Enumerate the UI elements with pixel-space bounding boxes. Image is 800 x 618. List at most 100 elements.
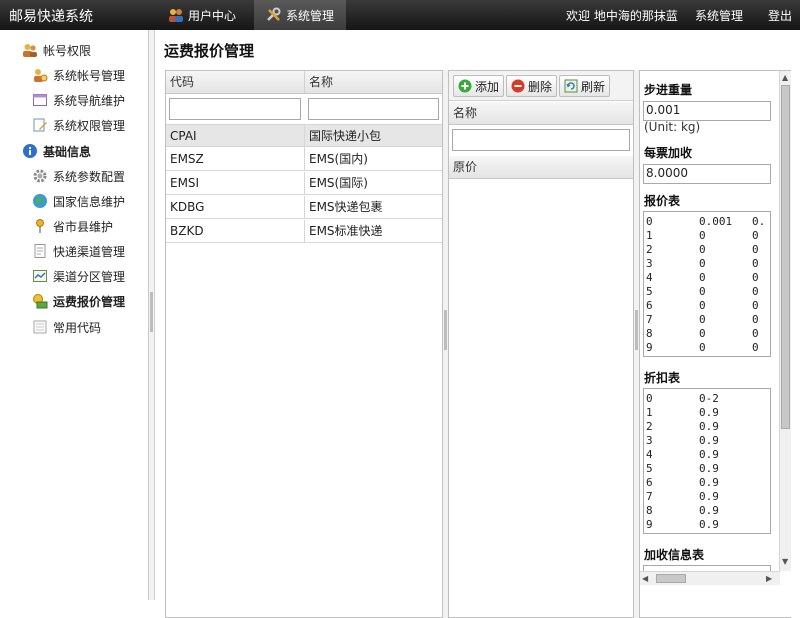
edit-icon bbox=[32, 117, 48, 133]
cell-name: 国际快递小包 bbox=[309, 129, 382, 143]
discount-table-line: 1 0.9 bbox=[646, 406, 719, 419]
quote-table-textarea[interactable]: 0 0.001 0. 1 0 0 2 0 0 3 0 0 4 0 0 5 0 0… bbox=[643, 211, 771, 357]
globe-icon bbox=[32, 193, 48, 209]
zone-name-filter-input[interactable] bbox=[452, 129, 630, 151]
unit-text: (Unit: kg) bbox=[644, 120, 701, 134]
minus-icon bbox=[511, 79, 525, 93]
splitter-grip[interactable] bbox=[444, 310, 447, 350]
sidebar-splitter[interactable] bbox=[149, 30, 155, 600]
cell-code: CPAI bbox=[166, 125, 305, 148]
filter-code-input[interactable] bbox=[169, 98, 301, 120]
sidebar-group-basic-info[interactable]: 基础信息 bbox=[22, 140, 91, 162]
quote-form-panel: 步进重量 0.001 (Unit: kg) 每票加收 8.0000 报价表 0 … bbox=[639, 70, 791, 618]
discount-table-line: 6 0.9 bbox=[646, 476, 719, 489]
sidebar-item-navigation[interactable]: 系统导航维护 bbox=[32, 89, 125, 111]
sidebar-item-country-info[interactable]: 国家信息维护 bbox=[32, 190, 125, 212]
per-ticket-surcharge-input[interactable]: 8.0000 bbox=[643, 164, 771, 184]
table-row[interactable]: EMSZ EMS(国内) bbox=[166, 148, 442, 171]
main-content: 运费报价管理 代码 名称 CPAI 国际快递小包 EMSZ EMS(国内) EM… bbox=[156, 30, 800, 618]
splitter-grip[interactable] bbox=[635, 310, 638, 350]
splitter-grip[interactable] bbox=[150, 292, 153, 332]
app-title: 邮易快递系统 bbox=[9, 9, 93, 25]
users-icon bbox=[22, 42, 38, 58]
scroll-down-arrow[interactable]: ▼ bbox=[782, 557, 788, 567]
tab-label: 用户中心 bbox=[188, 8, 237, 23]
zone-panel: 添加 删除 刷新 名称 原价 bbox=[448, 70, 634, 618]
scrollbar-thumb[interactable] bbox=[656, 574, 686, 583]
step-weight-input[interactable]: 0.001 bbox=[643, 101, 771, 121]
plus-icon bbox=[458, 79, 472, 93]
zone-name-header[interactable]: 名称 bbox=[449, 102, 633, 125]
tab-user-center[interactable]: 用户中心 bbox=[156, 0, 248, 30]
sidebar-item-province-city[interactable]: 省市县维护 bbox=[32, 215, 113, 237]
sidebar-item-channel-zones[interactable]: 渠道分区管理 bbox=[32, 265, 125, 287]
quote-table-line: 1 0 0 bbox=[646, 229, 759, 242]
user-icon bbox=[32, 67, 48, 83]
scrollbar-thumb[interactable] bbox=[781, 85, 790, 429]
system-management-link[interactable]: 系统管理 bbox=[695, 0, 743, 30]
step-weight-label: 步进重量 bbox=[644, 83, 693, 97]
users-icon bbox=[168, 7, 184, 23]
scroll-right-arrow[interactable]: ▶ bbox=[766, 574, 772, 584]
refresh-button[interactable]: 刷新 bbox=[559, 75, 611, 97]
cell-name: EMS标准快递 bbox=[309, 224, 383, 238]
per-ticket-surcharge-label: 每票加收 bbox=[644, 146, 693, 160]
channel-grid-header: 代码 名称 bbox=[166, 71, 442, 94]
sidebar-group-account-permissions[interactable]: 帐号权限 bbox=[22, 39, 91, 61]
surcharge-info-table-label: 加收信息表 bbox=[644, 548, 705, 562]
tools-icon bbox=[266, 7, 282, 23]
logout-link[interactable]: 登出 bbox=[768, 0, 792, 30]
page-title: 运费报价管理 bbox=[164, 42, 255, 60]
cell-code: EMSI bbox=[166, 172, 305, 195]
delete-button[interactable]: 删除 bbox=[506, 75, 558, 97]
pin-icon bbox=[32, 218, 48, 234]
discount-table-line: 9 0.9 bbox=[646, 518, 719, 531]
quote-table-line: 6 0 0 bbox=[646, 299, 759, 312]
welcome-text: 欢迎 地中海的那抹蓝 bbox=[566, 8, 678, 23]
sidebar-item-system-params[interactable]: 系统参数配置 bbox=[32, 165, 125, 187]
table-row[interactable]: EMSI EMS(国际) bbox=[166, 172, 442, 195]
cell-name: EMS快递包裹 bbox=[309, 200, 383, 214]
discount-table-label: 折扣表 bbox=[644, 371, 681, 385]
table-row[interactable]: BZKD EMS标准快递 bbox=[166, 220, 442, 243]
discount-table-line: 2 0.9 bbox=[646, 420, 719, 433]
sidebar-item-freight-quote[interactable]: 运费报价管理 bbox=[32, 290, 125, 312]
quote-table-line: 8 0 0 bbox=[646, 327, 759, 340]
sidebar-item-system-accounts[interactable]: 系统帐号管理 bbox=[32, 64, 125, 86]
table-row[interactable]: KDBG EMS快递包裹 bbox=[166, 196, 442, 219]
scroll-left-arrow[interactable]: ◀ bbox=[642, 574, 648, 584]
window-icon bbox=[32, 92, 48, 108]
sidebar-item-permissions[interactable]: 系统权限管理 bbox=[32, 114, 125, 136]
sidebar-item-express-channels[interactable]: 快递渠道管理 bbox=[32, 240, 125, 262]
discount-table-line: 4 0.9 bbox=[646, 448, 719, 461]
quote-table-line: 2 0 0 bbox=[646, 243, 759, 256]
table-row[interactable]: CPAI 国际快递小包 bbox=[166, 124, 442, 148]
tab-label: 系统管理 bbox=[286, 8, 335, 23]
form-vertical-scrollbar[interactable]: ▲ ▼ bbox=[779, 71, 791, 571]
form-horizontal-scrollbar[interactable]: ◀ ▶ bbox=[640, 571, 780, 585]
column-header-code[interactable]: 代码 bbox=[166, 71, 305, 94]
sidebar: 帐号权限 系统帐号管理 系统导航维护 系统权限管理 基础信息 系统参数配置 国家… bbox=[0, 30, 149, 600]
info-icon bbox=[22, 143, 38, 159]
quote-table-line: 7 0 0 bbox=[646, 313, 759, 326]
sidebar-item-common-codes[interactable]: 常用代码 bbox=[32, 316, 101, 338]
column-header-name[interactable]: 名称 bbox=[305, 71, 442, 94]
channel-grid-panel: 代码 名称 CPAI 国际快递小包 EMSZ EMS(国内) EMSI EMS(… bbox=[165, 70, 443, 618]
money-icon bbox=[32, 293, 48, 309]
quote-table-line: 5 0 0 bbox=[646, 285, 759, 298]
cell-code: BZKD bbox=[166, 220, 305, 243]
add-button[interactable]: 添加 bbox=[453, 75, 505, 97]
discount-table-line: 7 0.9 bbox=[646, 490, 719, 503]
code-icon bbox=[32, 319, 48, 335]
chart-icon bbox=[32, 268, 48, 284]
zone-toolbar: 添加 删除 刷新 bbox=[449, 71, 633, 101]
cell-code: KDBG bbox=[166, 196, 305, 219]
discount-table-textarea[interactable]: 0 0-2 1 0.9 2 0.9 3 0.9 4 0.9 5 0.9 6 0.… bbox=[643, 388, 771, 534]
gear-icon bbox=[32, 168, 48, 184]
tab-system-management[interactable]: 系统管理 bbox=[254, 0, 347, 30]
top-bar: 邮易快递系统 用户中心 系统管理 欢迎 地中海的那抹蓝 系统管理 登出 bbox=[0, 0, 800, 30]
original-price-header[interactable]: 原价 bbox=[449, 156, 633, 179]
refresh-icon bbox=[564, 79, 578, 93]
filter-name-input[interactable] bbox=[308, 98, 439, 120]
scroll-up-arrow[interactable]: ▲ bbox=[782, 73, 788, 83]
